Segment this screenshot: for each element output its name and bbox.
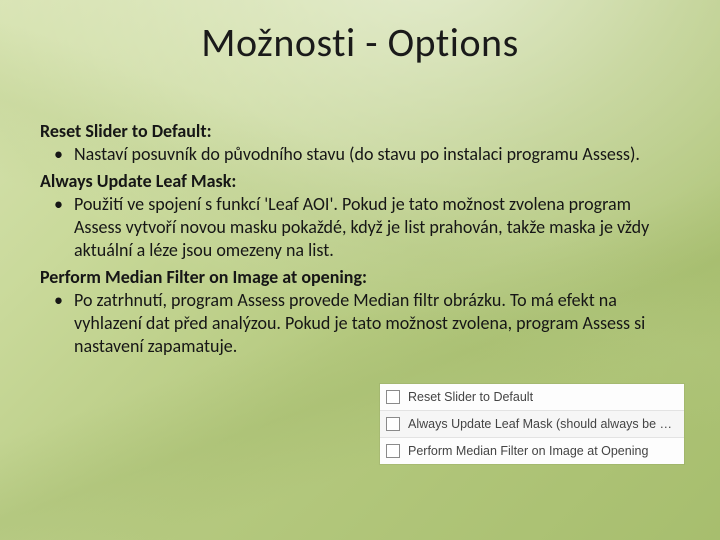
bullet-list: Nastaví posuvník do původního stavu (do … <box>40 143 680 166</box>
slide: Možnosti - Options Reset Slider to Defau… <box>0 0 720 540</box>
option-row-leafmask[interactable]: Always Update Leaf Mask (should always b… <box>380 410 684 437</box>
section-heading-median: Perform Median Filter on Image at openin… <box>40 266 680 289</box>
bullet-item: Nastaví posuvník do původního stavu (do … <box>40 143 680 166</box>
bullet-list: Po zatrhnutí, program Assess provede Med… <box>40 289 680 358</box>
bullet-list: Použití ve spojení s funkcí 'Leaf AOI'. … <box>40 193 680 262</box>
bullet-item: Po zatrhnutí, program Assess provede Med… <box>40 289 680 358</box>
slide-title: Možnosti - Options <box>0 18 720 67</box>
slide-body: Reset Slider to Default: Nastaví posuvní… <box>40 118 680 362</box>
checkbox-icon[interactable] <box>386 444 400 458</box>
checkbox-icon[interactable] <box>386 390 400 404</box>
option-label: Reset Slider to Default <box>408 390 533 404</box>
option-row-median[interactable]: Perform Median Filter on Image at Openin… <box>380 437 684 464</box>
options-panel: Reset Slider to Default Always Update Le… <box>380 384 684 464</box>
option-label: Perform Median Filter on Image at Openin… <box>408 444 648 458</box>
section-heading-reset: Reset Slider to Default: <box>40 120 680 143</box>
section-heading-leafmask: Always Update Leaf Mask: <box>40 170 680 193</box>
checkbox-icon[interactable] <box>386 417 400 431</box>
option-row-reset[interactable]: Reset Slider to Default <box>380 384 684 410</box>
bullet-item: Použití ve spojení s funkcí 'Leaf AOI'. … <box>40 193 680 262</box>
option-label: Always Update Leaf Mask (should always b… <box>408 417 676 431</box>
